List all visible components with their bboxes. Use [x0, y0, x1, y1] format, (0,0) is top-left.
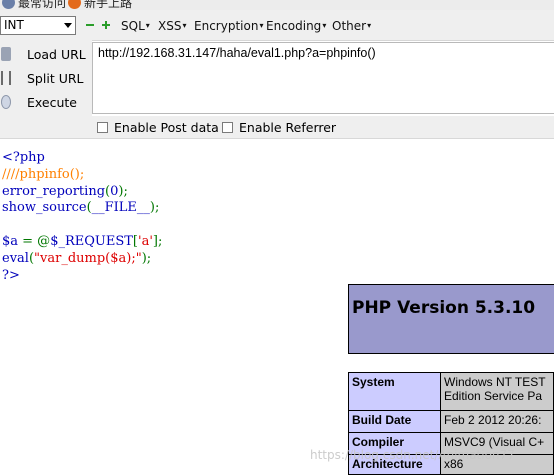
select-value: INT — [4, 18, 24, 32]
bookmark-most-visited[interactable]: 最常访问 — [2, 0, 66, 10]
hackbar-actions: Load URL Split URL Execute — [0, 40, 92, 116]
hackbar-options: Enable Post data Enable Referrer — [0, 116, 554, 139]
decrease-icon[interactable] — [86, 21, 94, 29]
caret-icon: ▾ — [145, 21, 150, 30]
info-value-line: Windows NT TEST — [444, 375, 546, 389]
source-token: <?php — [2, 150, 45, 165]
source-token: ////phpinfo(); — [2, 166, 85, 182]
php-source-listing: <?php////phpinfo(); error_reporting(0); sh… — [2, 150, 162, 284]
menu-label: Encryption — [194, 19, 259, 33]
enable-post-data-option[interactable]: Enable Post data — [97, 120, 219, 135]
source-line: $a = @$_REQUEST['a']; — [2, 234, 162, 251]
menu-label: XSS — [158, 19, 182, 33]
menu-label: Encoding — [266, 19, 322, 33]
menu-encoding[interactable]: Encoding▾ — [266, 19, 326, 33]
source-token: 'a' — [138, 233, 153, 249]
source-token: $_REQUEST — [50, 233, 133, 249]
phpinfo-header: PHP Version 5.3.10 — [348, 284, 554, 354]
firefox-icon — [68, 0, 81, 9]
source-token: = @ — [22, 233, 51, 249]
menu-label: SQL — [121, 19, 145, 33]
source-token: eval — [2, 250, 29, 266]
option-label: Enable Post data — [114, 120, 219, 135]
caret-icon: ▾ — [259, 21, 264, 30]
info-key: Build Date — [348, 410, 441, 433]
source-token: $a — [2, 233, 23, 249]
source-token: __FILE__ — [91, 200, 150, 216]
load-icon — [1, 47, 11, 61]
split-icon — [1, 71, 11, 85]
table-row: System Windows NT TEST Edition Service P… — [348, 372, 554, 411]
bookmark-label: 新手上路 — [84, 0, 133, 10]
execute-icon — [1, 95, 11, 109]
encoding-type-select[interactable]: INT — [0, 16, 76, 35]
checkbox-icon[interactable] — [97, 122, 108, 133]
checkbox-icon[interactable] — [222, 122, 233, 133]
menu-encryption[interactable]: Encryption▾ — [194, 19, 263, 33]
caret-icon: ▾ — [367, 21, 372, 30]
load-url-label: Load URL — [27, 46, 86, 62]
menu-other[interactable]: Other▾ — [332, 19, 371, 33]
execute-button[interactable]: Execute — [0, 91, 92, 113]
source-token: error_reporting — [2, 183, 106, 199]
hackbar-toolbar: INT SQL▾ XSS▾ Encryption▾ Encoding▾ Othe… — [0, 10, 554, 41]
enable-referrer-option[interactable]: Enable Referrer — [222, 120, 336, 135]
bookmark-label: 最常访问 — [18, 0, 67, 10]
php-version-title: PHP Version 5.3.10 — [352, 298, 536, 318]
chevron-down-icon — [64, 23, 72, 28]
bookmark-getting-started[interactable]: 新手上路 — [68, 0, 132, 10]
source-token: ?> — [2, 267, 20, 283]
info-key: System — [348, 372, 441, 411]
split-url-label: Split URL — [27, 70, 84, 86]
menu-sql[interactable]: SQL▾ — [121, 19, 150, 33]
source-token: ); — [141, 250, 152, 266]
url-textarea[interactable]: http://192.168.31.147/haha/eval1.php?a=p… — [92, 42, 554, 114]
source-token: ); — [118, 183, 128, 199]
menu-xss[interactable]: XSS▾ — [158, 19, 186, 33]
table-row: Build Date Feb 2 2012 20:26: — [348, 410, 554, 433]
source-line: show_source(__FILE__); — [2, 200, 162, 217]
increase-icon[interactable] — [102, 21, 110, 29]
split-url-button[interactable]: Split URL — [0, 67, 92, 89]
caret-icon: ▾ — [182, 21, 187, 30]
source-token: "var_dump($a);" — [34, 250, 142, 266]
source-line: ////phpinfo(); — [2, 167, 162, 184]
info-value-line: Edition Service Pa — [444, 389, 543, 403]
execute-label: Execute — [27, 94, 77, 110]
source-line: ?> — [2, 268, 162, 285]
info-value: Feb 2 2012 20:26: — [440, 410, 554, 433]
source-line — [2, 217, 162, 234]
source-token: ); — [149, 200, 160, 216]
info-value: Windows NT TEST Edition Service Pa — [440, 372, 554, 411]
bookmarks-bar: 最常访问 新手上路 — [0, 0, 554, 10]
watermark: https://blog.csdn.net/Animation77 — [310, 448, 515, 462]
source-line: eval("var_dump($a);"); — [2, 251, 162, 268]
option-label: Enable Referrer — [239, 120, 337, 135]
gear-icon — [2, 0, 15, 9]
caret-icon: ▾ — [322, 21, 327, 30]
load-url-button[interactable]: Load URL — [0, 43, 92, 65]
source-token: show_source — [2, 200, 87, 216]
source-line: <?php — [2, 150, 162, 167]
source-line: error_reporting(0); — [2, 184, 162, 201]
source-token: ]; — [152, 233, 163, 249]
menu-label: Other — [332, 19, 367, 33]
